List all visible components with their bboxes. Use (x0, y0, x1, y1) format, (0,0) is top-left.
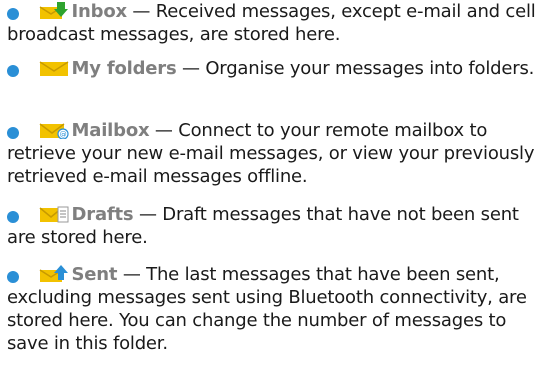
item-title: Sent (71, 264, 118, 285)
my-folders-icon (39, 61, 68, 76)
svg-text:@: @ (59, 131, 66, 139)
item-description: — Organise your messages into folders. (176, 58, 535, 79)
mailbox-icon: @ (39, 123, 69, 139)
inbox-icon (39, 2, 68, 19)
item-title: Inbox (71, 1, 128, 22)
sent-icon (39, 265, 68, 282)
item-title: Mailbox (71, 120, 150, 141)
item-title: Drafts (71, 204, 134, 225)
item-title: My folders (71, 58, 177, 79)
drafts-icon (39, 206, 69, 223)
